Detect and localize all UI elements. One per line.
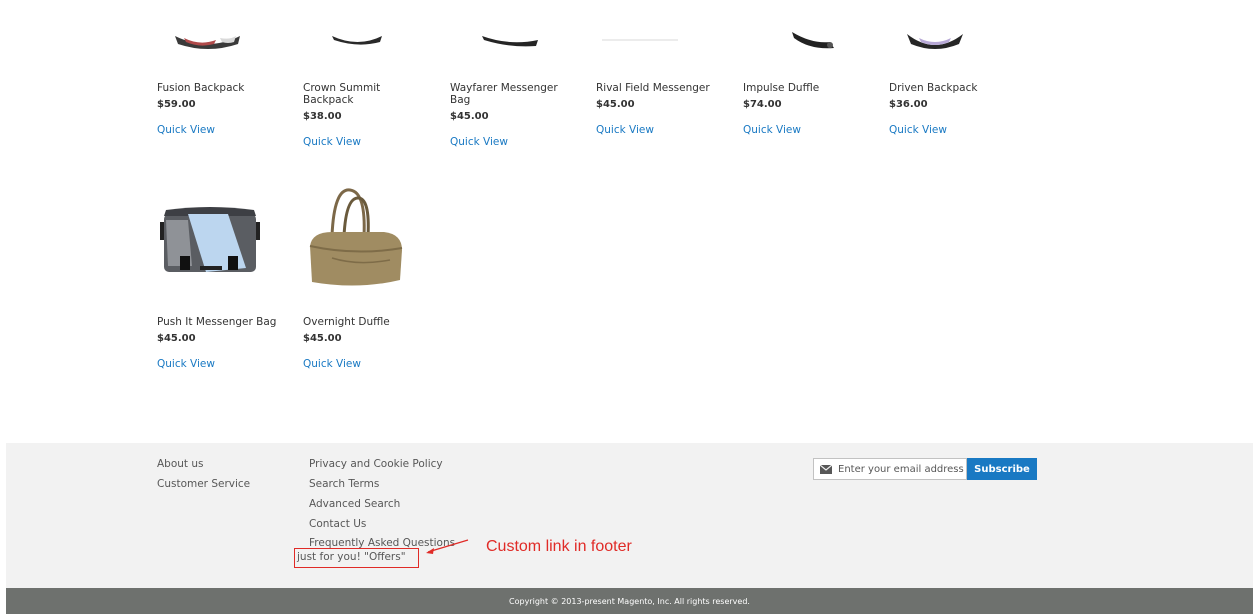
product-price: $45.00 [157, 333, 196, 344]
product-name[interactable]: Rival Field Messenger [596, 82, 726, 94]
product-price: $45.00 [303, 333, 342, 344]
product-item-rival-field-messenger: Rival Field Messenger $45.00 Quick View [596, 82, 726, 136]
quick-view-link[interactable]: Quick View [889, 124, 1019, 136]
product-price: $59.00 [157, 99, 196, 110]
annotation-label: Custom link in footer [486, 538, 632, 555]
quick-view-link[interactable]: Quick View [157, 358, 287, 370]
overnight-duffle-image[interactable] [302, 186, 407, 291]
product-name[interactable]: Wayfarer Messenger Bag [450, 82, 560, 106]
driven-backpack-image[interactable] [905, 30, 965, 50]
product-price: $45.00 [450, 111, 489, 122]
fusion-backpack-image[interactable] [170, 30, 245, 50]
product-item-overnight-duffle: Overnight Duffle $45.00 Quick View [303, 316, 433, 370]
product-item-fusion-backpack: Fusion Backpack $59.00 Quick View [157, 82, 287, 136]
newsletter-email-input[interactable] [838, 463, 966, 475]
quick-view-link[interactable]: Quick View [157, 124, 287, 136]
product-item-wayfarer-messenger-bag: Wayfarer Messenger Bag $45.00 Quick View [450, 82, 560, 148]
quick-view-link[interactable]: Quick View [303, 358, 433, 370]
quick-view-link[interactable]: Quick View [303, 136, 413, 148]
product-name[interactable]: Crown Summit Backpack [303, 82, 413, 106]
newsletter-email-wrapper [813, 458, 967, 480]
product-item-driven-backpack: Driven Backpack $36.00 Quick View [889, 82, 1019, 136]
copyright-bar: Copyright © 2013-present Magento, Inc. A… [6, 588, 1253, 614]
copyright-text: Copyright © 2013-present Magento, Inc. A… [509, 596, 750, 606]
quick-view-link[interactable]: Quick View [743, 124, 873, 136]
quick-view-link[interactable]: Quick View [450, 136, 560, 148]
impulse-duffle-image[interactable] [790, 28, 840, 50]
footer-link-search-terms[interactable]: Search Terms [309, 478, 379, 490]
product-item-push-it-messenger-bag: Push It Messenger Bag $45.00 Quick View [157, 316, 287, 370]
product-name[interactable]: Push It Messenger Bag [157, 316, 287, 328]
envelope-icon [820, 464, 832, 474]
footer-link-contact-us[interactable]: Contact Us [309, 518, 366, 530]
annotation-arrow-icon [426, 539, 469, 554]
product-item-impulse-duffle: Impulse Duffle $74.00 Quick View [743, 82, 873, 136]
product-price: $36.00 [889, 99, 928, 110]
annotation-highlight-box [294, 548, 419, 568]
crown-summit-backpack-image[interactable] [330, 34, 385, 46]
product-name[interactable]: Driven Backpack [889, 82, 1019, 94]
footer-link-about-us[interactable]: About us [157, 458, 204, 470]
product-name[interactable]: Impulse Duffle [743, 82, 873, 94]
push-it-messenger-bag-image[interactable] [158, 200, 263, 280]
product-item-crown-summit-backpack: Crown Summit Backpack $38.00 Quick View [303, 82, 413, 148]
wayfarer-messenger-bag-image[interactable] [480, 32, 540, 48]
product-name[interactable]: Fusion Backpack [157, 82, 287, 94]
footer-link-advanced-search[interactable]: Advanced Search [309, 498, 400, 510]
newsletter-form: Subscribe [813, 458, 1037, 480]
subscribe-button[interactable]: Subscribe [967, 458, 1037, 480]
footer-link-customer-service[interactable]: Customer Service [157, 478, 250, 490]
product-name[interactable]: Overnight Duffle [303, 316, 433, 328]
product-price: $45.00 [596, 99, 635, 110]
footer-link-privacy-policy[interactable]: Privacy and Cookie Policy [309, 458, 443, 470]
product-price: $38.00 [303, 111, 342, 122]
quick-view-link[interactable]: Quick View [596, 124, 726, 136]
product-price: $74.00 [743, 99, 782, 110]
rival-field-messenger-image[interactable] [600, 36, 680, 44]
